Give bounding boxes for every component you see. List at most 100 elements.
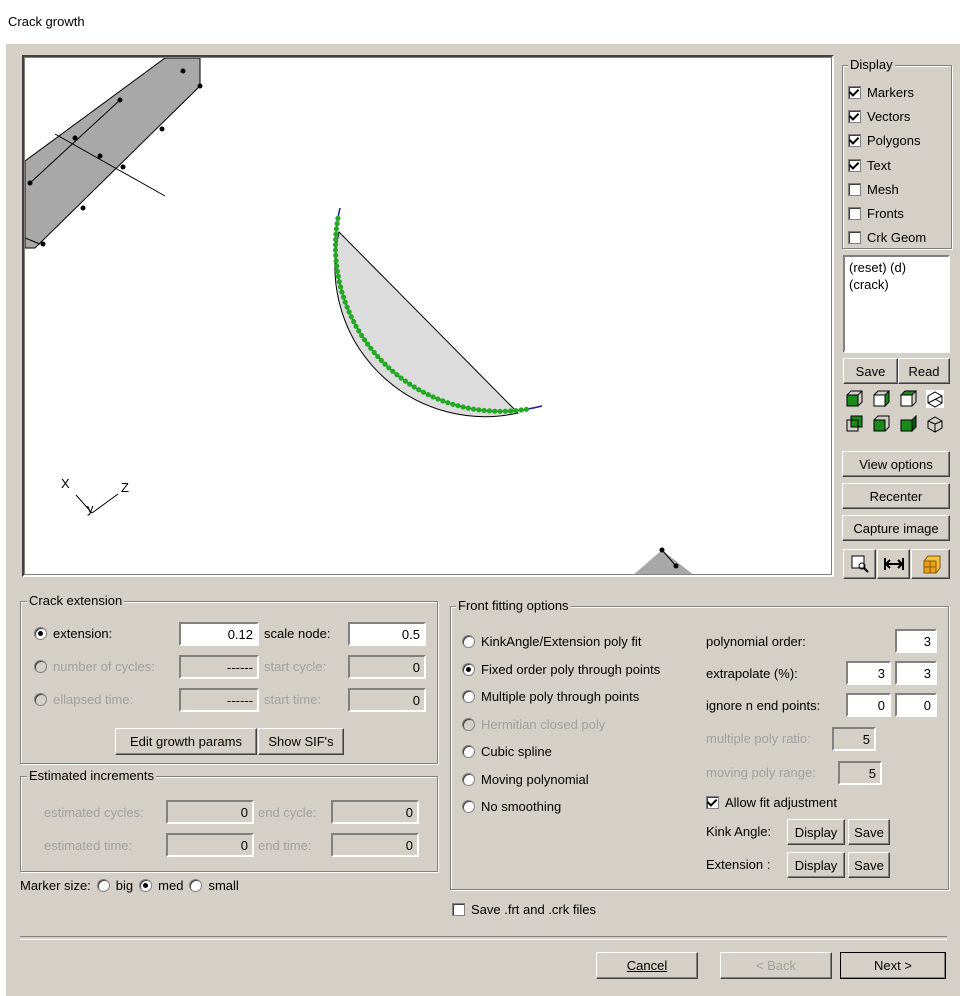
cycles-radio-dot[interactable] xyxy=(34,660,47,673)
fit-option-radio[interactable] xyxy=(462,662,475,676)
marker-med-radio[interactable] xyxy=(139,879,153,892)
extrapolate-b-input[interactable]: 3 xyxy=(895,661,937,685)
bounding-box-icon xyxy=(923,555,940,574)
front-marker xyxy=(476,407,482,413)
edit-growth-params-button[interactable]: Edit growth params xyxy=(115,728,257,755)
extension-radio-dot[interactable] xyxy=(34,627,47,640)
fit-option-1[interactable]: Fixed order poly through points xyxy=(462,656,660,684)
extension-radio[interactable]: extension: xyxy=(34,626,112,641)
time-radio-dot[interactable] xyxy=(34,693,47,706)
display-option-markers[interactable]: Markers xyxy=(848,80,948,104)
cycles-input[interactable]: ------ xyxy=(179,655,259,679)
view-iso-icon[interactable] xyxy=(926,390,944,408)
model-canvas[interactable]: X Z y xyxy=(24,57,831,576)
next-button[interactable]: Next > xyxy=(840,952,946,979)
view-top-icon[interactable] xyxy=(899,390,917,408)
fit-option-radio[interactable] xyxy=(462,690,475,704)
view-list-item[interactable]: (reset) (d) xyxy=(849,259,944,276)
view-front-icon[interactable] xyxy=(845,390,863,408)
crack-shape xyxy=(334,231,519,418)
extrapolate-a-input[interactable]: 3 xyxy=(846,661,891,685)
start-time-input[interactable]: 0 xyxy=(348,688,426,712)
start-cycle-label: start cycle: xyxy=(264,659,327,674)
moving-range-input[interactable]: 5 xyxy=(838,761,882,785)
ext-save-button[interactable]: Save xyxy=(848,852,890,878)
kink-save-button[interactable]: Save xyxy=(848,819,890,845)
front-marker xyxy=(336,279,342,285)
fit-option-radio[interactable] xyxy=(462,717,475,731)
view-list[interactable]: (reset) (d) (crack) xyxy=(843,255,950,353)
display-option-fronts[interactable]: Fronts xyxy=(848,201,948,225)
fit-option-5[interactable]: Moving polynomial xyxy=(462,766,660,794)
marker-big-radio[interactable] xyxy=(96,879,110,892)
fit-option-radio[interactable] xyxy=(462,635,475,649)
back-button[interactable]: < Back xyxy=(720,952,832,979)
marker-med-label: med xyxy=(158,878,184,893)
display-option-mesh[interactable]: Mesh xyxy=(848,177,948,201)
display-option-text[interactable]: Text xyxy=(848,153,948,177)
view-back-icon[interactable] xyxy=(845,415,863,433)
display-checkbox[interactable] xyxy=(848,182,861,196)
front-marker xyxy=(334,221,340,227)
bounding-box-button[interactable] xyxy=(911,549,950,579)
display-checkbox[interactable] xyxy=(848,207,861,221)
time-input[interactable]: ------ xyxy=(179,688,259,712)
view-list-item[interactable]: (crack) xyxy=(849,276,944,293)
display-checkbox[interactable] xyxy=(848,109,861,123)
front-marker xyxy=(359,332,365,338)
extrapolate-label: extrapolate (%): xyxy=(706,666,798,681)
fit-option-radio[interactable] xyxy=(462,772,475,786)
save-files-box[interactable] xyxy=(452,903,465,916)
extension-input[interactable]: 0.12 xyxy=(179,622,259,646)
save-files-checkbox[interactable]: Save .frt and .crk files xyxy=(452,902,596,917)
display-checkbox[interactable] xyxy=(848,231,861,245)
view-iso2-icon[interactable] xyxy=(926,415,944,433)
view-bottom-icon[interactable] xyxy=(899,415,917,433)
ignore-a-input[interactable]: 0 xyxy=(846,693,891,717)
view-left-icon[interactable] xyxy=(872,415,890,433)
recenter-button[interactable]: Recenter xyxy=(842,483,950,509)
start-cycle-input[interactable]: 0 xyxy=(348,655,426,679)
view-right-icon[interactable] xyxy=(872,390,890,408)
fit-option-0[interactable]: KinkAngle/Extension poly fit xyxy=(462,628,660,656)
display-checkbox[interactable] xyxy=(848,85,861,99)
front-marker xyxy=(365,341,371,347)
fit-width-button[interactable] xyxy=(877,549,910,579)
fit-option-radio[interactable] xyxy=(462,800,475,814)
fit-option-label: KinkAngle/Extension poly fit xyxy=(481,634,642,650)
front-marker xyxy=(465,405,471,411)
allow-fit-box[interactable] xyxy=(706,796,719,809)
ignore-b-input[interactable]: 0 xyxy=(895,693,937,717)
ext-display-button[interactable]: Display xyxy=(787,852,845,878)
fit-option-radio[interactable] xyxy=(462,745,475,759)
cycles-radio[interactable]: number of cycles: xyxy=(34,659,155,674)
kink-display-button[interactable]: Display xyxy=(787,819,845,845)
multi-ratio-input[interactable]: 5 xyxy=(832,727,876,751)
model-viewport[interactable]: X Z y xyxy=(22,55,834,577)
display-option-crk-geom[interactable]: Crk Geom xyxy=(848,226,948,250)
fit-option-6[interactable]: No smoothing xyxy=(462,793,660,821)
display-option-vectors[interactable]: Vectors xyxy=(848,104,948,128)
display-option-polygons[interactable]: Polygons xyxy=(848,129,948,153)
allow-fit-checkbox[interactable]: Allow fit adjustment xyxy=(706,795,837,810)
fit-option-3[interactable]: Hermitian closed poly xyxy=(462,711,660,739)
display-checkbox[interactable] xyxy=(848,158,861,172)
marker-small-radio[interactable] xyxy=(189,879,203,892)
time-radio[interactable]: ellapsed time: xyxy=(34,692,133,707)
capture-image-button[interactable]: Capture image xyxy=(842,515,950,541)
cancel-button[interactable]: Cancel xyxy=(596,952,698,979)
end-cycle-label: end cycle: xyxy=(258,805,317,820)
title-bar: Crack growth xyxy=(0,0,960,44)
save-view-button[interactable]: Save xyxy=(843,358,898,384)
show-sif-button[interactable]: Show SIF's xyxy=(258,728,344,755)
scale-node-input[interactable]: 0.5 xyxy=(348,622,426,646)
ignore-points-label: ignore n end points: xyxy=(706,698,821,713)
zoom-button[interactable] xyxy=(843,549,876,579)
fit-option-4[interactable]: Cubic spline xyxy=(462,738,660,766)
poly-order-input[interactable]: 3 xyxy=(895,629,937,653)
display-checkbox[interactable] xyxy=(848,134,861,148)
read-view-button[interactable]: Read xyxy=(898,358,950,384)
fit-option-2[interactable]: Multiple poly through points xyxy=(462,683,660,711)
view-options-button[interactable]: View options xyxy=(842,451,950,477)
fit-option-label: Fixed order poly through points xyxy=(481,661,661,677)
